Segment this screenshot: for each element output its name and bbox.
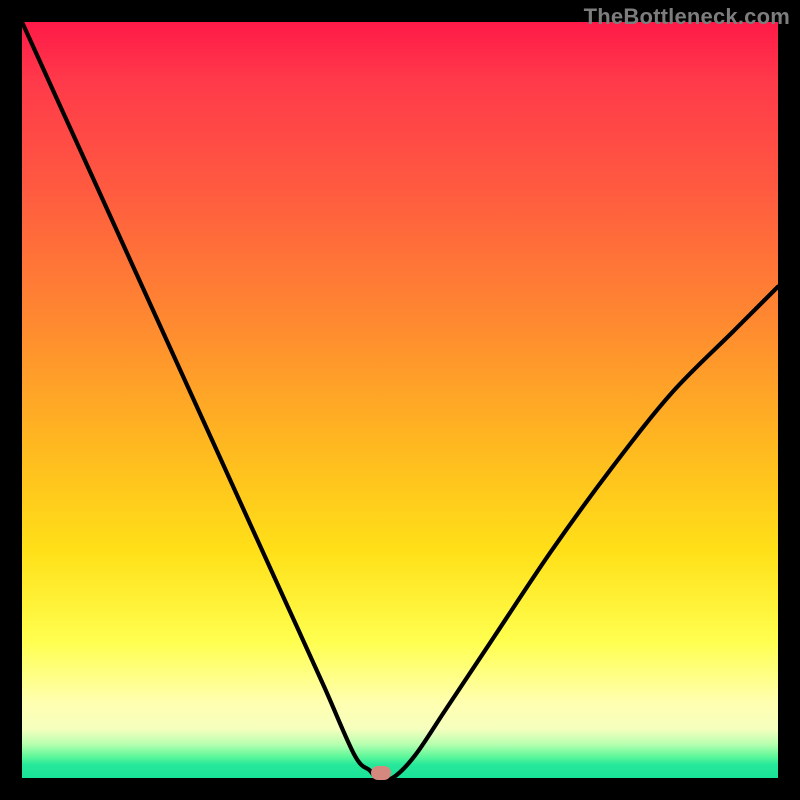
watermark-text: TheBottleneck.com bbox=[584, 4, 790, 30]
chart-frame: TheBottleneck.com bbox=[0, 0, 800, 800]
plot-area bbox=[22, 22, 778, 778]
bottleneck-curve bbox=[22, 22, 778, 778]
optimal-point-marker bbox=[371, 766, 391, 780]
